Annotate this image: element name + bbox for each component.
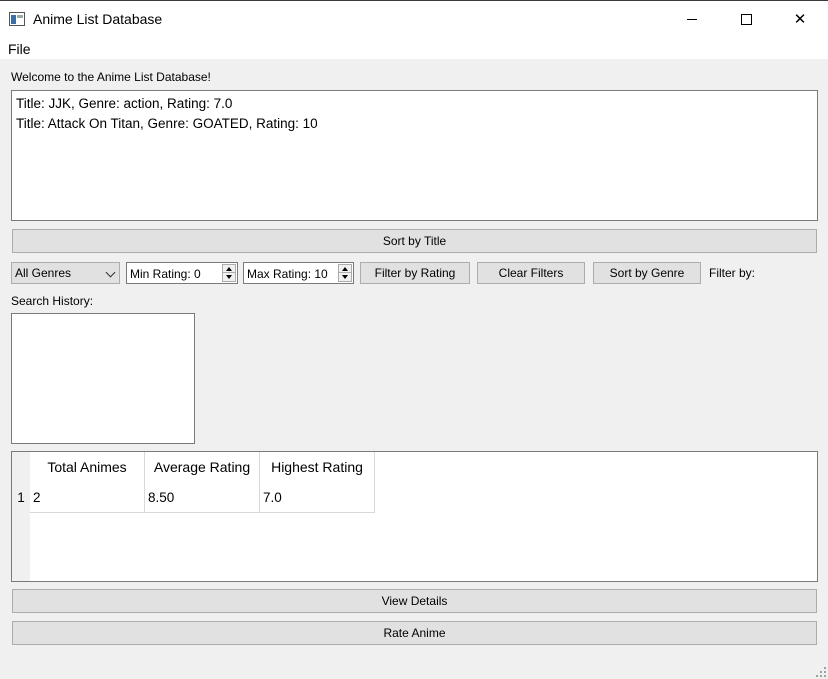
list-item[interactable]: Title: JJK, Genre: action, Rating: 7.0 — [16, 96, 232, 111]
max-rating-value: Max Rating: 10 — [247, 267, 328, 281]
rate-anime-button[interactable]: Rate Anime — [12, 621, 817, 645]
max-rating-up-button[interactable] — [339, 265, 351, 273]
menu-file[interactable]: File — [8, 41, 31, 57]
clear-filters-button[interactable]: Clear Filters — [477, 262, 585, 284]
filter-by-label: Filter by: — [709, 266, 756, 280]
max-rating-stepper — [338, 264, 352, 282]
min-rating-up-button[interactable] — [223, 265, 235, 273]
max-rating-spinbox[interactable]: Max Rating: 10 — [243, 262, 354, 284]
maximize-icon — [740, 13, 752, 25]
arrow-up-icon — [226, 266, 232, 271]
list-item[interactable]: Title: Attack On Titan, Genre: GOATED, R… — [16, 116, 318, 131]
view-details-button[interactable]: View Details — [12, 589, 817, 613]
stats-table[interactable]: Total Animes Average Rating Highest Rati… — [11, 451, 818, 582]
anime-list[interactable]: Title: JJK, Genre: action, Rating: 7.0 T… — [11, 90, 818, 221]
table-cell-total[interactable]: 2 — [30, 482, 145, 513]
minimize-icon — [687, 18, 697, 20]
column-header-total[interactable]: Total Animes — [30, 452, 145, 482]
menu-bar: File — [0, 37, 828, 59]
minimize-button[interactable] — [665, 1, 719, 37]
filter-by-rating-button[interactable]: Filter by Rating — [360, 262, 470, 284]
max-rating-down-button[interactable] — [339, 273, 351, 281]
window-title: Anime List Database — [33, 11, 163, 27]
min-rating-spinbox[interactable]: Min Rating: 0 — [126, 262, 238, 284]
table-cell-highest[interactable]: 7.0 — [260, 482, 375, 513]
resize-grip-icon[interactable] — [816, 667, 826, 677]
min-rating-value: Min Rating: 0 — [130, 267, 201, 281]
chevron-down-icon — [105, 267, 116, 278]
column-header-average[interactable]: Average Rating — [145, 452, 260, 482]
min-rating-down-button[interactable] — [223, 273, 235, 281]
welcome-label: Welcome to the Anime List Database! — [11, 70, 211, 84]
close-icon: ✕ — [793, 10, 807, 28]
column-header-highest[interactable]: Highest Rating — [260, 452, 375, 482]
sort-by-genre-button[interactable]: Sort by Genre — [593, 262, 701, 284]
title-bar: Anime List Database ✕ — [0, 0, 828, 37]
row-header[interactable]: 1 — [12, 482, 30, 513]
maximize-button[interactable] — [719, 1, 773, 37]
search-history-label: Search History: — [11, 294, 94, 308]
min-rating-stepper — [222, 264, 236, 282]
genre-dropdown[interactable]: All Genres — [11, 262, 120, 284]
arrow-up-icon — [342, 266, 348, 271]
close-button[interactable]: ✕ — [773, 1, 827, 37]
search-history-list[interactable] — [11, 313, 195, 444]
row-header-strip — [12, 452, 30, 581]
genre-dropdown-value: All Genres — [15, 266, 72, 280]
app-window-icon — [9, 12, 25, 26]
sort-by-title-button[interactable]: Sort by Title — [12, 229, 817, 253]
table-cell-average[interactable]: 8.50 — [145, 482, 260, 513]
arrow-down-icon — [226, 275, 232, 279]
arrow-down-icon — [342, 275, 348, 279]
